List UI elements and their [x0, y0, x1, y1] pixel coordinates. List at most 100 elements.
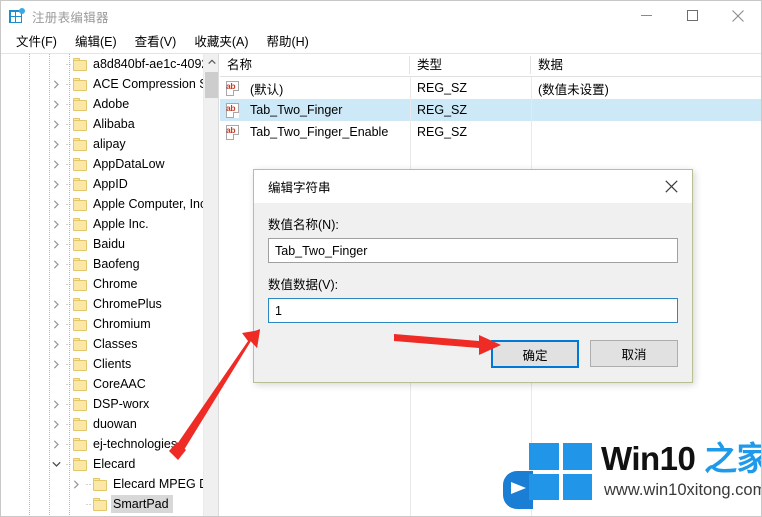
tree-node-smartpad[interactable]: ·· SmartPad	[1, 494, 204, 514]
chevron-right-icon[interactable]	[49, 294, 64, 314]
dialog-close-button[interactable]	[650, 170, 692, 202]
tree-node-ej-technologies[interactable]: ·· ej-technologies	[1, 434, 204, 454]
tree-scroll-thumb[interactable]	[205, 72, 218, 98]
minimize-button[interactable]	[623, 1, 669, 30]
tree-node-label: ACE Compression S	[93, 77, 204, 91]
tree-node-classes[interactable]: ·· Classes	[1, 334, 204, 354]
tree-node-apple-computer-inc[interactable]: ·· Apple Computer, Inc	[1, 194, 204, 214]
tree-node-label: CoreAAC	[93, 377, 146, 391]
chevron-right-icon[interactable]	[49, 134, 64, 154]
chevron-right-icon[interactable]	[49, 414, 64, 434]
tree-node-elecard[interactable]: ·· Elecard	[1, 454, 204, 474]
tree-node-chrome[interactable]: ·· Chrome	[1, 274, 204, 294]
folder-icon	[73, 217, 88, 231]
tree-guide-dots: ··	[65, 98, 72, 109]
registry-tree[interactable]: ·· a8d840bf-ae1c-4092 ·· ACE Compression S ·…	[1, 54, 205, 516]
tree-node-clients[interactable]: ·· Clients	[1, 354, 204, 374]
cancel-button[interactable]: 取消	[590, 340, 678, 367]
menu-view[interactable]: 查看(V)	[126, 32, 186, 52]
tree-node-a8d840bf-ae1c-4092[interactable]: ·· a8d840bf-ae1c-4092	[1, 54, 205, 74]
column-header-name[interactable]: 名称	[220, 54, 410, 76]
tree-node-ace-compression-s[interactable]: ·· ACE Compression S	[1, 74, 204, 94]
folder-icon	[73, 57, 88, 71]
list-body[interactable]: ab (默认) REG_SZ (数值未设置) ab Tab_Two_Finger REG_S…	[220, 77, 761, 143]
value-name-input[interactable]: Tab_Two_Finger	[268, 238, 678, 263]
folder-icon	[73, 197, 88, 211]
tree-node-label: Apple Computer, Inc	[93, 197, 204, 211]
tree-guide-dots: ··	[65, 238, 72, 249]
chevron-right-icon[interactable]	[49, 194, 64, 214]
tree-guide-dots: ··	[65, 438, 72, 449]
tree-node-appid[interactable]: ·· AppID	[1, 174, 204, 194]
tree-node-chromium[interactable]: ·· Chromium	[1, 314, 204, 334]
chevron-right-icon[interactable]	[49, 74, 64, 94]
tree-node-label: Apple Inc.	[93, 217, 149, 231]
maximize-button[interactable]	[669, 1, 715, 30]
value-type-cell: REG_SZ	[417, 81, 468, 95]
tree-node-coreaac[interactable]: ·· CoreAAC	[1, 374, 204, 394]
tree-node-alipay[interactable]: ·· alipay	[1, 134, 204, 154]
chevron-right-icon[interactable]	[49, 434, 64, 454]
value-data-input[interactable]: 1	[268, 298, 678, 323]
chevron-right-icon[interactable]	[49, 154, 64, 174]
tree-node-appdatalow[interactable]: ·· AppDataLow	[1, 154, 204, 174]
chevron-right-icon[interactable]	[49, 354, 64, 374]
tree-guide-dots: ··	[65, 218, 72, 229]
value-name-cell: Tab_Two_Finger	[250, 103, 343, 117]
folder-icon	[73, 417, 88, 431]
tree-guide-dots: ··	[65, 258, 72, 269]
tree-node-baidu[interactable]: ·· Baidu	[1, 234, 204, 254]
tree-node-apple-inc[interactable]: ·· Apple Inc.	[1, 214, 204, 234]
value-name-label: 数值名称(N):	[268, 218, 339, 232]
ok-button[interactable]: 确定	[491, 340, 579, 368]
menu-favorites[interactable]: 收藏夹(A)	[185, 32, 257, 52]
tree-scrollbar[interactable]	[203, 54, 218, 516]
edit-string-dialog: 编辑字符串 数值名称(N): Tab_Two_Finger 数值数据(V): 1…	[253, 169, 693, 383]
column-header-data[interactable]: 数据	[531, 54, 761, 76]
chevron-right-icon[interactable]	[49, 314, 64, 334]
tree-guide-dots: ··	[65, 58, 72, 69]
tree-guide-dots: ··	[65, 118, 72, 129]
tree-node-label: AppID	[93, 177, 128, 191]
chevron-right-icon[interactable]	[69, 474, 84, 494]
tree-node-duowan[interactable]: ·· duowan	[1, 414, 204, 434]
chevron-right-icon[interactable]	[49, 254, 64, 274]
chevron-right-icon[interactable]	[49, 114, 64, 134]
tree-guide-dots: ··	[65, 458, 72, 469]
menu-file[interactable]: 文件(F)	[7, 32, 66, 52]
registry-tree-pane[interactable]: ·· a8d840bf-ae1c-4092 ·· ACE Compression S ·…	[1, 54, 219, 516]
tree-guide-dots: ··	[65, 318, 72, 329]
tree-node-label: Baofeng	[93, 257, 140, 271]
chevron-down-icon[interactable]	[49, 454, 64, 474]
folder-icon	[73, 117, 88, 131]
value-row[interactable]: ab (默认) REG_SZ (数值未设置)	[220, 77, 761, 99]
tree-node-alibaba[interactable]: ·· Alibaba	[1, 114, 204, 134]
chevron-right-icon[interactable]	[49, 94, 64, 114]
scroll-up-button[interactable]	[204, 54, 218, 69]
chevron-right-icon[interactable]	[49, 234, 64, 254]
menu-help[interactable]: 帮助(H)	[257, 32, 317, 52]
tree-node-label: Adobe	[93, 97, 130, 111]
chevron-right-icon[interactable]	[49, 214, 64, 234]
value-row[interactable]: ab Tab_Two_Finger REG_SZ	[220, 99, 761, 121]
menu-edit[interactable]: 编辑(E)	[66, 32, 126, 52]
tree-node-adobe[interactable]: ·· Adobe	[1, 94, 204, 114]
string-value-icon: ab	[225, 124, 241, 140]
value-row[interactable]: ab Tab_Two_Finger_Enable REG_SZ	[220, 121, 761, 143]
close-button[interactable]	[715, 1, 761, 30]
tree-node-baofeng[interactable]: ·· Baofeng	[1, 254, 204, 274]
tree-node-label: Elecard MPEG De	[113, 477, 204, 491]
column-header-type[interactable]: 类型	[410, 54, 531, 76]
tree-node-chromeplus[interactable]: ·· ChromePlus	[1, 294, 204, 314]
tree-node-label: Baidu	[93, 237, 125, 251]
tree-node-dsp-worx[interactable]: ·· DSP-worx	[1, 394, 204, 414]
chevron-right-icon[interactable]	[49, 334, 64, 354]
folder-icon	[73, 357, 88, 371]
chevron-right-icon[interactable]	[49, 174, 64, 194]
dialog-buttons: 确定 取消	[491, 340, 678, 368]
tree-node-elecard-mpeg-de[interactable]: ·· Elecard MPEG De	[1, 474, 204, 494]
tree-node-label: DSP-worx	[93, 397, 150, 411]
chevron-right-icon[interactable]	[49, 394, 64, 414]
tree-node-label: Clients	[93, 357, 132, 371]
